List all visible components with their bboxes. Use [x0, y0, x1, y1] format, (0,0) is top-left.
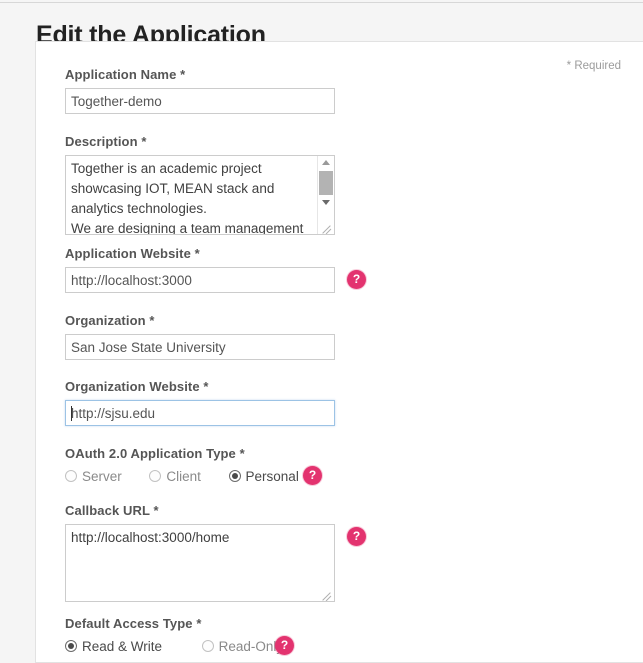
callback-url-textarea[interactable]: http://localhost:3000/home — [65, 524, 335, 602]
radio-label: Read-Only — [219, 639, 284, 654]
radio-oauth-client[interactable]: Client — [149, 468, 201, 484]
radio-label: Client — [166, 469, 201, 484]
organization-website-label: Organization Website * — [65, 379, 335, 394]
oauth-application-type-radio-group: Server Client Personal ? — [65, 467, 309, 487]
organization-website-input[interactable] — [65, 400, 335, 426]
edit-application-form-card: * Required Application Name * Descriptio… — [35, 41, 643, 663]
organization-label: Organization * — [65, 313, 335, 328]
scrollbar-thumb[interactable] — [319, 171, 333, 195]
help-icon-glyph: ? — [275, 636, 294, 655]
help-icon-glyph: ? — [303, 466, 322, 485]
help-icon-glyph: ? — [347, 527, 366, 546]
scroll-up-arrow-icon[interactable] — [318, 156, 334, 170]
field-description: Description * Together is an academic pr… — [65, 134, 335, 235]
organization-input[interactable] — [65, 334, 335, 360]
field-application-name: Application Name * — [65, 67, 335, 114]
application-name-label: Application Name * — [65, 67, 335, 82]
radio-dot-icon[interactable] — [149, 470, 161, 482]
default-access-type-help-icon[interactable]: ? — [275, 636, 294, 655]
radio-label: Read & Write — [82, 639, 162, 654]
callback-url-resize-grip[interactable] — [320, 587, 334, 601]
callback-url-label: Callback URL * — [65, 503, 335, 518]
scroll-down-arrow-icon[interactable] — [318, 196, 334, 210]
radio-dot-icon[interactable] — [65, 470, 77, 482]
description-textarea[interactable]: Together is an academic project showcasi… — [65, 155, 335, 235]
top-divider — [0, 2, 643, 3]
field-organization-website: Organization Website * — [65, 379, 335, 426]
application-website-label: Application Website * — [65, 246, 335, 261]
default-access-type-label: Default Access Type * — [65, 616, 293, 631]
help-icon-glyph: ? — [347, 270, 366, 289]
field-oauth-application-type: OAuth 2.0 Application Type * Server Clie… — [65, 446, 309, 487]
radio-read-write[interactable]: Read & Write — [65, 638, 162, 654]
application-name-input[interactable] — [65, 88, 335, 114]
default-access-type-radio-group: Read & Write Read-Only ? — [65, 637, 293, 657]
description-resize-grip[interactable] — [320, 220, 334, 234]
radio-dot-icon[interactable] — [229, 470, 241, 482]
radio-oauth-personal[interactable]: Personal — [229, 468, 299, 484]
text-caret — [71, 406, 72, 421]
field-application-website: Application Website * ? — [65, 246, 335, 293]
application-website-input[interactable] — [65, 267, 335, 293]
required-note: * Required — [567, 60, 621, 72]
description-label: Description * — [65, 134, 335, 149]
radio-label: Personal — [246, 469, 299, 484]
field-organization: Organization * — [65, 313, 335, 360]
callback-url-help-icon[interactable]: ? — [347, 527, 366, 546]
description-textarea-wrap: Together is an academic project showcasi… — [65, 155, 335, 235]
radio-dot-icon[interactable] — [65, 640, 77, 652]
radio-read-only[interactable]: Read-Only — [202, 638, 284, 654]
field-callback-url: Callback URL * http://localhost:3000/hom… — [65, 503, 335, 602]
radio-dot-icon[interactable] — [202, 640, 214, 652]
radio-oauth-server[interactable]: Server — [65, 468, 122, 484]
application-edit-page: Edit the Application * Required Applicat… — [0, 0, 643, 663]
oauth-application-type-help-icon[interactable]: ? — [303, 466, 322, 485]
radio-label: Server — [82, 469, 122, 484]
oauth-application-type-label: OAuth 2.0 Application Type * — [65, 446, 309, 461]
field-default-access-type: Default Access Type * Read & Write Read-… — [65, 616, 293, 657]
callback-url-textarea-wrap: http://localhost:3000/home — [65, 524, 335, 602]
application-website-help-icon[interactable]: ? — [347, 270, 366, 289]
